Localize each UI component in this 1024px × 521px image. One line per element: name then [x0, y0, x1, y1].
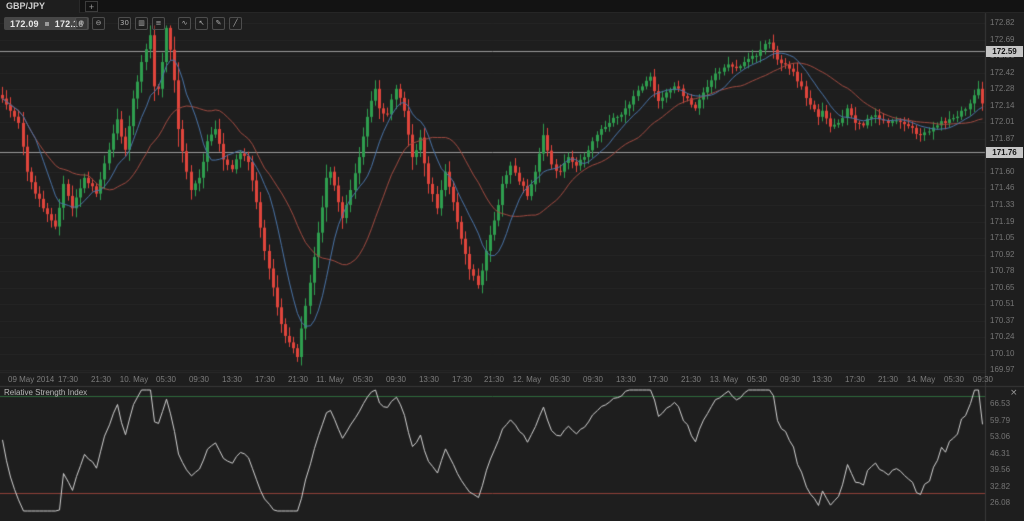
price-level-label: 171.76	[986, 147, 1023, 158]
trading-app: GBP/JPY + 172.09 172.16 ⊕⊖30▥≡∿↖✎╱ 172.8…	[0, 0, 1024, 521]
chart-toolbar: ⊕ ⊖ 30 ▥ ≡ ∿ ↖ ✎ ╱	[75, 17, 242, 30]
price-axis-tick: 172.14	[990, 101, 1014, 111]
add-indicator-icon[interactable]: ∿	[178, 17, 191, 30]
new-tab-button[interactable]: +	[85, 1, 98, 12]
price-axis-tick: 170.65	[990, 283, 1014, 293]
zoom-in-icon[interactable]: ⊕	[75, 17, 88, 30]
tab-gbpjpy[interactable]: GBP/JPY	[0, 0, 80, 13]
time-axis-label: 09:30	[961, 375, 1005, 384]
price-axis-tick: 172.42	[990, 68, 1014, 78]
edit-chart-icon[interactable]: ✎	[212, 17, 225, 30]
price-axis-tick: 171.60	[990, 167, 1014, 177]
rsi-panel-title: Relative Strength Index	[4, 388, 87, 397]
rsi-axis-tick: 26.08	[990, 498, 1010, 508]
price-axis-tick: 172.69	[990, 35, 1014, 45]
tab-bar: GBP/JPY +	[0, 0, 1024, 13]
quote-separator-handle	[45, 22, 49, 26]
cursor-tool-icon[interactable]: ↖	[195, 17, 208, 30]
price-axis-tick: 170.37	[990, 316, 1014, 326]
rsi-axis-tick: 66.53	[990, 399, 1010, 409]
indicators-list-icon[interactable]: ≡	[152, 17, 165, 30]
price-axis-tick: 171.33	[990, 200, 1014, 210]
price-axis-tick: 171.87	[990, 134, 1014, 144]
price-axis-tick: 170.24	[990, 332, 1014, 342]
price-axis-tick: 169.97	[990, 365, 1014, 375]
rsi-axis-tick: 59.79	[990, 416, 1010, 426]
price-axis-tick: 172.82	[990, 18, 1014, 28]
draw-line-icon[interactable]: ╱	[229, 17, 242, 30]
price-level-label: 172.59	[986, 46, 1023, 57]
rsi-axis-tick: 46.31	[990, 449, 1010, 459]
price-axis-tick: 171.19	[990, 217, 1014, 227]
price-axis-tick: 172.28	[990, 84, 1014, 94]
rsi-close-icon[interactable]: ×	[1010, 389, 1018, 398]
price-axis-tick: 170.51	[990, 299, 1014, 309]
price-chart-canvas[interactable]	[0, 0, 1024, 521]
timeframe-30-button[interactable]: 30	[118, 17, 131, 30]
chart-type-candles-icon[interactable]: ▥	[135, 17, 148, 30]
price-axis-tick: 171.46	[990, 183, 1014, 193]
price-axis-tick: 172.01	[990, 117, 1014, 127]
price-axis-tick: 170.78	[990, 266, 1014, 276]
price-axis-tick: 170.92	[990, 250, 1014, 260]
price-axis-tick: 171.05	[990, 233, 1014, 243]
rsi-axis-tick: 53.06	[990, 432, 1010, 442]
zoom-out-icon[interactable]: ⊖	[92, 17, 105, 30]
sell-price-button[interactable]: 172.09	[10, 19, 39, 29]
rsi-axis-tick: 39.56	[990, 465, 1010, 475]
price-axis-tick: 170.10	[990, 349, 1014, 359]
rsi-axis-tick: 32.82	[990, 482, 1010, 492]
